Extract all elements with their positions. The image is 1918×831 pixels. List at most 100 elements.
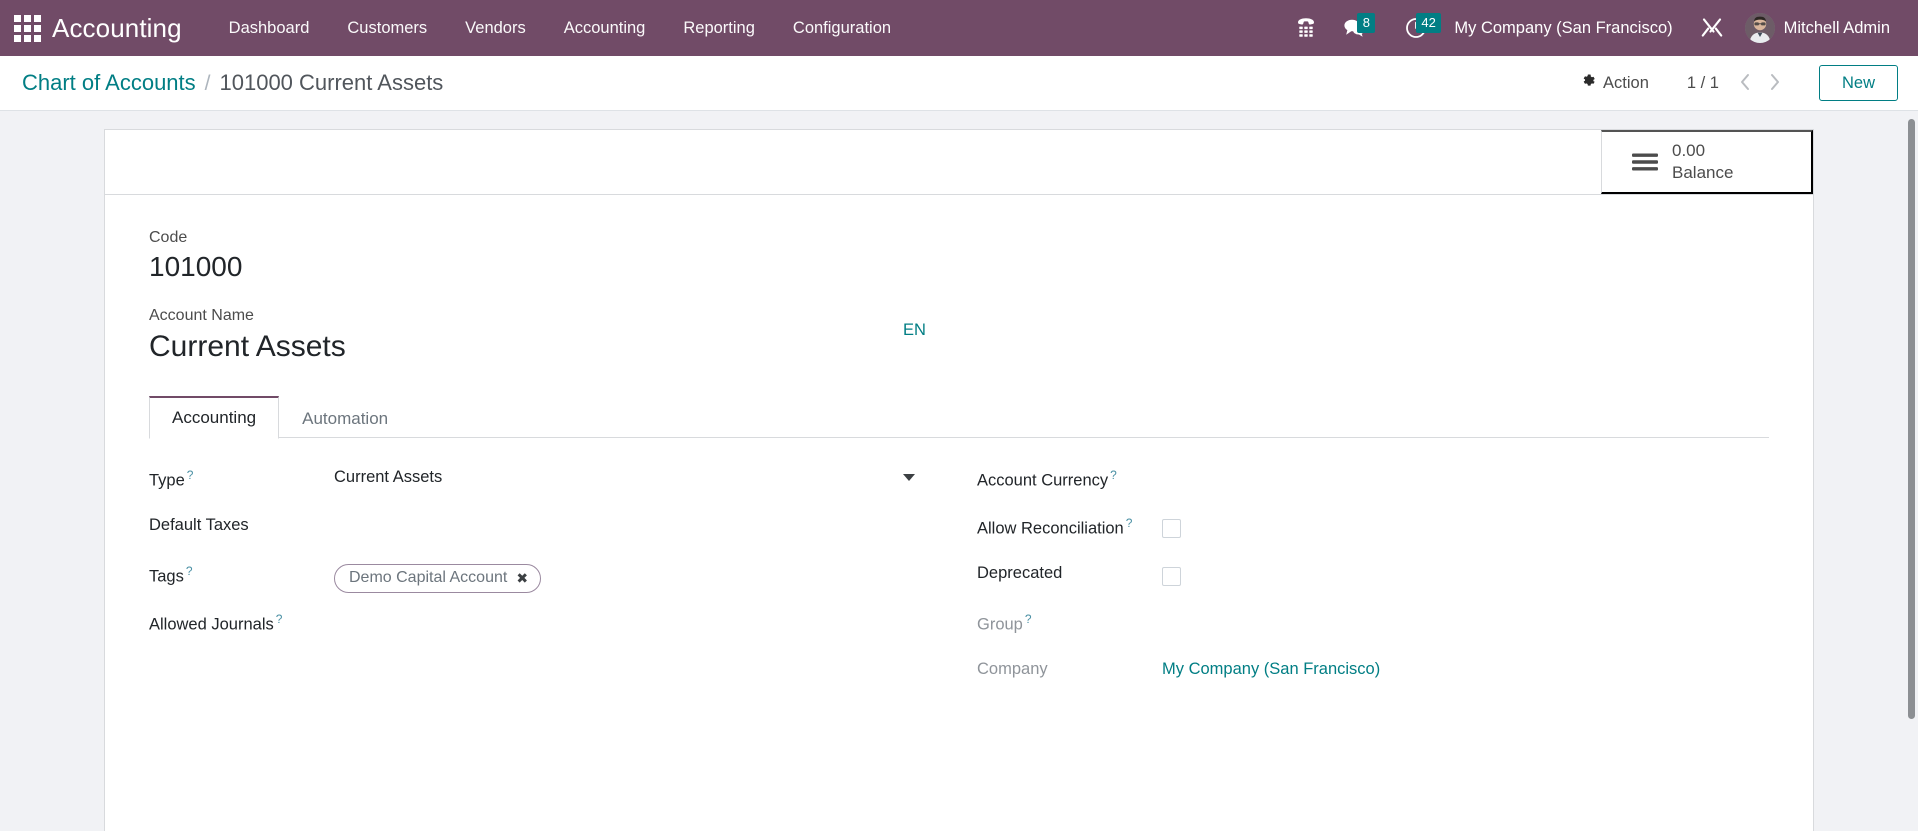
help-tooltip-icon[interactable]: ? xyxy=(276,612,283,626)
allow-reconciliation-label-text: Allow Reconciliation xyxy=(977,519,1124,538)
account-name-row: Current Assets xyxy=(149,327,1769,367)
menu-item-reporting[interactable]: Reporting xyxy=(664,11,774,46)
chevron-left-icon xyxy=(1739,73,1751,94)
allowed-journals-label-text: Allowed Journals xyxy=(149,615,274,634)
help-tooltip-icon[interactable]: ? xyxy=(187,468,194,482)
activities-clock-icon[interactable]: 42 xyxy=(1392,11,1441,45)
messages-icon[interactable]: 8 xyxy=(1329,11,1380,45)
help-tooltip-icon[interactable]: ? xyxy=(1110,468,1117,482)
breadcrumb-chart-of-accounts[interactable]: Chart of Accounts xyxy=(22,70,196,96)
field-row-tags: Tags? Demo Capital Account ✖ xyxy=(149,560,917,600)
breadcrumb: Chart of Accounts / 101000 Current Asset… xyxy=(22,70,443,96)
messages-badge: 8 xyxy=(1357,13,1376,33)
wrench-tools-icon[interactable] xyxy=(1687,10,1737,46)
field-row-group: Group? xyxy=(977,608,1769,648)
help-tooltip-icon[interactable]: ? xyxy=(186,564,193,578)
top-navbar: Accounting Dashboard Customers Vendors A… xyxy=(0,0,1918,56)
account-currency-field-value[interactable] xyxy=(1162,464,1769,490)
tab-accounting[interactable]: Accounting xyxy=(149,395,280,439)
account-currency-label-text: Account Currency xyxy=(977,471,1109,490)
main-content-area: 0.00 Balance Code 101000 Account Name Cu… xyxy=(0,111,1918,831)
avatar xyxy=(1744,13,1775,43)
breadcrumb-separator: / xyxy=(204,72,211,95)
company-field-value[interactable]: My Company (San Francisco) xyxy=(1162,656,1769,682)
type-field-label: Type? xyxy=(149,464,334,491)
company-field-label: Company xyxy=(977,656,1162,679)
stat-value-balance: 0.00 xyxy=(1672,141,1706,161)
deprecated-field-label: Deprecated xyxy=(977,560,1162,583)
account-name-field-value[interactable]: Current Assets xyxy=(149,327,346,367)
help-tooltip-icon[interactable]: ? xyxy=(1025,612,1032,626)
pager-next-button[interactable] xyxy=(1761,69,1789,97)
pager-value: 1 / 1 xyxy=(1686,73,1719,92)
record-pager: 1 / 1 xyxy=(1687,69,1789,97)
tab-automation[interactable]: Automation xyxy=(279,397,411,439)
close-icon[interactable]: ✖ xyxy=(516,571,528,585)
app-brand-accounting[interactable]: Accounting xyxy=(52,13,182,44)
tag-demo-capital-account[interactable]: Demo Capital Account ✖ xyxy=(334,563,542,593)
form-fields: Type? Current Assets Default Taxes Tags … xyxy=(149,438,1769,704)
menu-item-configuration[interactable]: Configuration xyxy=(774,11,910,46)
deprecated-label-text: Deprecated xyxy=(977,563,1063,582)
navbar-right-tools: 8 42 My Company (San Francisco) Mitchell… xyxy=(1283,9,1906,47)
deprecated-checkbox[interactable] xyxy=(1162,566,1181,586)
allow-reconciliation-checkbox[interactable] xyxy=(1162,518,1181,538)
stat-label-balance: Balance xyxy=(1672,163,1734,182)
user-menu[interactable]: Mitchell Admin xyxy=(1737,9,1900,47)
type-field-value[interactable]: Current Assets xyxy=(334,464,917,490)
code-field-label: Code xyxy=(149,229,188,246)
bars-list-icon xyxy=(1632,152,1658,172)
chevron-right-icon xyxy=(1769,73,1781,94)
gear-icon xyxy=(1581,73,1596,93)
type-label-text: Type xyxy=(149,471,185,490)
menu-item-accounting[interactable]: Accounting xyxy=(545,11,665,46)
stat-button-balance[interactable]: 0.00 Balance xyxy=(1601,130,1813,194)
menu-item-vendors[interactable]: Vendors xyxy=(446,11,545,46)
code-field-value[interactable]: 101000 xyxy=(149,249,1769,285)
voip-phone-icon[interactable] xyxy=(1283,9,1329,47)
deprecated-field-value xyxy=(1162,560,1769,591)
default-taxes-field-value[interactable] xyxy=(334,512,917,538)
company-label-text: Company xyxy=(977,659,1048,678)
vertical-scrollbar[interactable] xyxy=(1904,111,1918,831)
field-row-account-currency: Account Currency? xyxy=(977,464,1769,504)
account-name-field-label: Account Name xyxy=(149,307,254,325)
form-column-left: Type? Current Assets Default Taxes Tags … xyxy=(149,464,959,704)
field-row-default-taxes: Default Taxes xyxy=(149,512,917,552)
control-panel-actions: Action 1 / 1 New xyxy=(1569,64,1898,102)
tags-label-text: Tags xyxy=(149,567,184,586)
activities-badge: 42 xyxy=(1416,13,1441,33)
scrollbar-thumb[interactable] xyxy=(1908,119,1915,719)
stat-button-box: 0.00 Balance xyxy=(105,130,1813,195)
new-record-button[interactable]: New xyxy=(1818,64,1898,102)
company-switcher[interactable]: My Company (San Francisco) xyxy=(1440,11,1686,46)
menu-item-dashboard[interactable]: Dashboard xyxy=(210,11,329,46)
allowed-journals-field-value[interactable] xyxy=(334,608,917,634)
account-name-column: Current Assets xyxy=(149,327,346,367)
field-row-deprecated: Deprecated xyxy=(977,560,1769,600)
pager-previous-button[interactable] xyxy=(1731,69,1759,97)
apps-grid-icon[interactable] xyxy=(10,11,44,45)
translation-language-badge[interactable]: EN xyxy=(903,321,926,340)
field-row-allowed-journals: Allowed Journals? xyxy=(149,608,917,648)
action-menu-button[interactable]: Action xyxy=(1569,67,1661,99)
type-select[interactable]: Current Assets xyxy=(334,468,917,487)
menu-item-customers[interactable]: Customers xyxy=(328,11,446,46)
group-field-value xyxy=(1162,608,1769,634)
notebook-tabs: Accounting Automation xyxy=(149,395,1769,439)
action-menu-label: Action xyxy=(1603,73,1649,92)
field-row-company: Company My Company (San Francisco) xyxy=(977,656,1769,696)
help-tooltip-icon[interactable]: ? xyxy=(1126,516,1133,530)
account-currency-field-label: Account Currency? xyxy=(977,464,1162,491)
form-body: Code 101000 Account Name Current Assets … xyxy=(105,195,1813,704)
control-panel: Chart of Accounts / 101000 Current Asset… xyxy=(0,56,1918,111)
record-title-block: Code 101000 Account Name Current Assets … xyxy=(149,229,1769,367)
tags-field-label: Tags? xyxy=(149,560,334,587)
default-taxes-field-label: Default Taxes xyxy=(149,512,334,535)
allowed-journals-field-label: Allowed Journals? xyxy=(149,608,334,635)
user-name: Mitchell Admin xyxy=(1783,18,1890,37)
chevron-down-icon[interactable] xyxy=(903,473,915,481)
tags-field-value[interactable]: Demo Capital Account ✖ xyxy=(334,560,917,593)
group-label-text: Group xyxy=(977,615,1023,634)
tag-label: Demo Capital Account xyxy=(349,568,508,586)
